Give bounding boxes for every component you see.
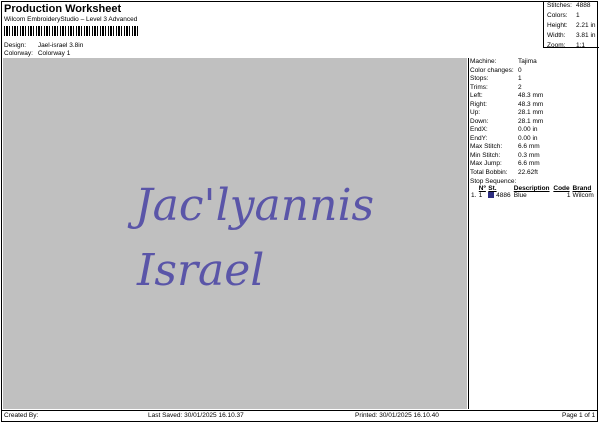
design-text-line2: Israel [136, 245, 264, 296]
machine-info-value: 1 [518, 75, 522, 82]
machine-info-label: Down: [470, 117, 489, 125]
col-description: Description [513, 185, 550, 192]
machine-info-row: Max Jump: 6.6 mm [470, 160, 598, 169]
stat-label: Stitches: [547, 2, 572, 9]
machine-info-row: Right: 48.3 mm [470, 101, 598, 110]
colorway-row: Colorway: Colorway 1 [4, 50, 70, 57]
machine-info-label: Color changes: [470, 66, 514, 74]
row-stitches: 4886 [496, 192, 511, 199]
barcode [4, 26, 138, 36]
machine-info-row: Color changes: 0 [470, 67, 598, 76]
machine-info-panel: Machine: Tajima Color changes: 0 Stops: 1 Trim… [470, 58, 598, 199]
design-value: Jael-israel 3.8in [37, 42, 84, 49]
stat-label: Zoom: [547, 42, 566, 49]
machine-info-value: 0 [518, 66, 522, 74]
stop-sequence-table: Nº St. Description Code Brand 1. 1 4886 … [470, 185, 596, 199]
stop-sequence-title: Stop Sequence: [470, 178, 517, 185]
stat-label: Width: [547, 32, 566, 39]
row-stitches-cell: 4886 [487, 192, 512, 199]
machine-info-row: Total Bobbin: 22.62ft [470, 169, 598, 178]
machine-info-row: Up: 28.1 mm [470, 109, 598, 118]
worksheet-header: Production Worksheet Wilcom EmbroiderySt… [4, 3, 137, 23]
col-stitches: St. [488, 185, 497, 192]
colorway-value: Colorway 1 [37, 50, 71, 57]
row-number: 1 [478, 192, 483, 199]
table-row[interactable]: 1. 1 4886 Blue 1 Wilcom [470, 192, 596, 199]
panel-divider [468, 58, 469, 409]
machine-info-value: 0.3 mm [518, 151, 540, 159]
footer-divider [1, 410, 598, 411]
machine-info-label: Total Bobbin: [470, 168, 508, 176]
machine-info-value: 0.00 in [518, 134, 538, 142]
row-description: Blue [513, 192, 527, 199]
page-title: Production Worksheet [4, 3, 122, 15]
footer-page: Page 1 of 1 [562, 412, 596, 419]
stat-stitches: Stitches: 4888 [544, 1, 599, 11]
machine-info-value: 6.6 mm [518, 160, 540, 167]
design-canvas[interactable]: Jac'lyannis Israel [3, 58, 467, 409]
machine-info-label: Trims: [470, 83, 488, 91]
col-number: Nº [478, 185, 486, 192]
col-brand: Brand [572, 185, 592, 192]
footer-printed: Printed: 30/01/2025 16.10.40 [355, 412, 439, 419]
machine-info-value: 6.6 mm [518, 143, 540, 150]
stat-width: Width: 3.81 in [544, 31, 599, 41]
machine-info-label: Up: [470, 109, 481, 116]
stat-value: 4888 [576, 2, 591, 9]
machine-info-value: 0.00 in [518, 126, 538, 133]
machine-info-value: 48.3 mm [518, 100, 544, 108]
machine-info-value: 2 [518, 83, 522, 91]
stat-zoom: Zoom: 1:1 [544, 41, 599, 51]
row-index: 1. [471, 192, 477, 199]
stats-box: Stitches: 4888 Colors: 1 Height: 2.21 in Wi… [543, 1, 599, 51]
stat-colors: Colors: 1 [544, 11, 599, 21]
machine-info-label: Right: [470, 100, 487, 108]
footer-last-saved: Last Saved: 30/01/2025 16.10.37 [148, 412, 244, 419]
machine-info-label: Max Stitch: [470, 143, 503, 150]
machine-info-row: EndX: 0.00 in [470, 126, 598, 135]
machine-info-label: EndX: [470, 126, 488, 133]
table-header-row: Nº St. Description Code Brand [470, 185, 596, 192]
machine-info-row: Machine: Tajima [470, 58, 598, 67]
design-label: Design: [4, 42, 27, 49]
machine-info-value: 28.1 mm [518, 117, 544, 125]
machine-info-label: Max Jump: [470, 160, 502, 167]
app-subtitle: Wilcom EmbroideryStudio – Level 3 Advanc… [4, 16, 138, 23]
machine-info-label: Stops: [470, 75, 489, 82]
machine-info-label: EndY: [470, 134, 488, 142]
machine-info-row: Trims: 2 [470, 84, 598, 93]
machine-info-row: EndY: 0.00 in [470, 135, 598, 144]
stat-label: Colors: [547, 12, 568, 19]
stat-label: Height: [547, 22, 568, 29]
row-code: 1 [566, 192, 571, 199]
stat-height: Height: 2.21 in [544, 21, 599, 31]
machine-info-value: 48.3 mm [518, 92, 544, 99]
machine-info-row: Max Stitch: 6.6 mm [470, 143, 598, 152]
design-row: Design: Jael-israel 3.8in [4, 42, 83, 49]
col-index [470, 185, 478, 192]
machine-info-row: Stops: 1 [470, 75, 598, 84]
machine-info-value: 22.62ft [518, 168, 538, 176]
machine-info-label: Left: [470, 92, 483, 99]
design-text-line1: Jac'lyannis [127, 180, 374, 231]
design-preview: Jac'lyannis Israel [127, 180, 374, 296]
machine-info-row: Down: 28.1 mm [470, 118, 598, 127]
machine-info-row: Min Stitch: 0.3 mm [470, 152, 598, 161]
stat-value: 1 [576, 12, 580, 19]
stat-value: 3.81 in [576, 32, 596, 39]
row-brand: Wilcom [572, 192, 594, 199]
stat-value: 2.21 in [576, 22, 596, 29]
machine-info-row: Left: 48.3 mm [470, 92, 598, 101]
machine-info-value: 28.1 mm [518, 109, 544, 116]
stat-value: 1:1 [576, 42, 586, 49]
machine-info-label: Min Stitch: [470, 151, 501, 159]
footer-created-by: Created By: [4, 412, 39, 419]
color-swatch [488, 192, 495, 199]
machine-info-label: Machine: [470, 58, 497, 65]
col-code: Code [553, 185, 570, 192]
colorway-label: Colorway: [4, 50, 33, 57]
machine-info-value: Tajima [518, 58, 537, 65]
